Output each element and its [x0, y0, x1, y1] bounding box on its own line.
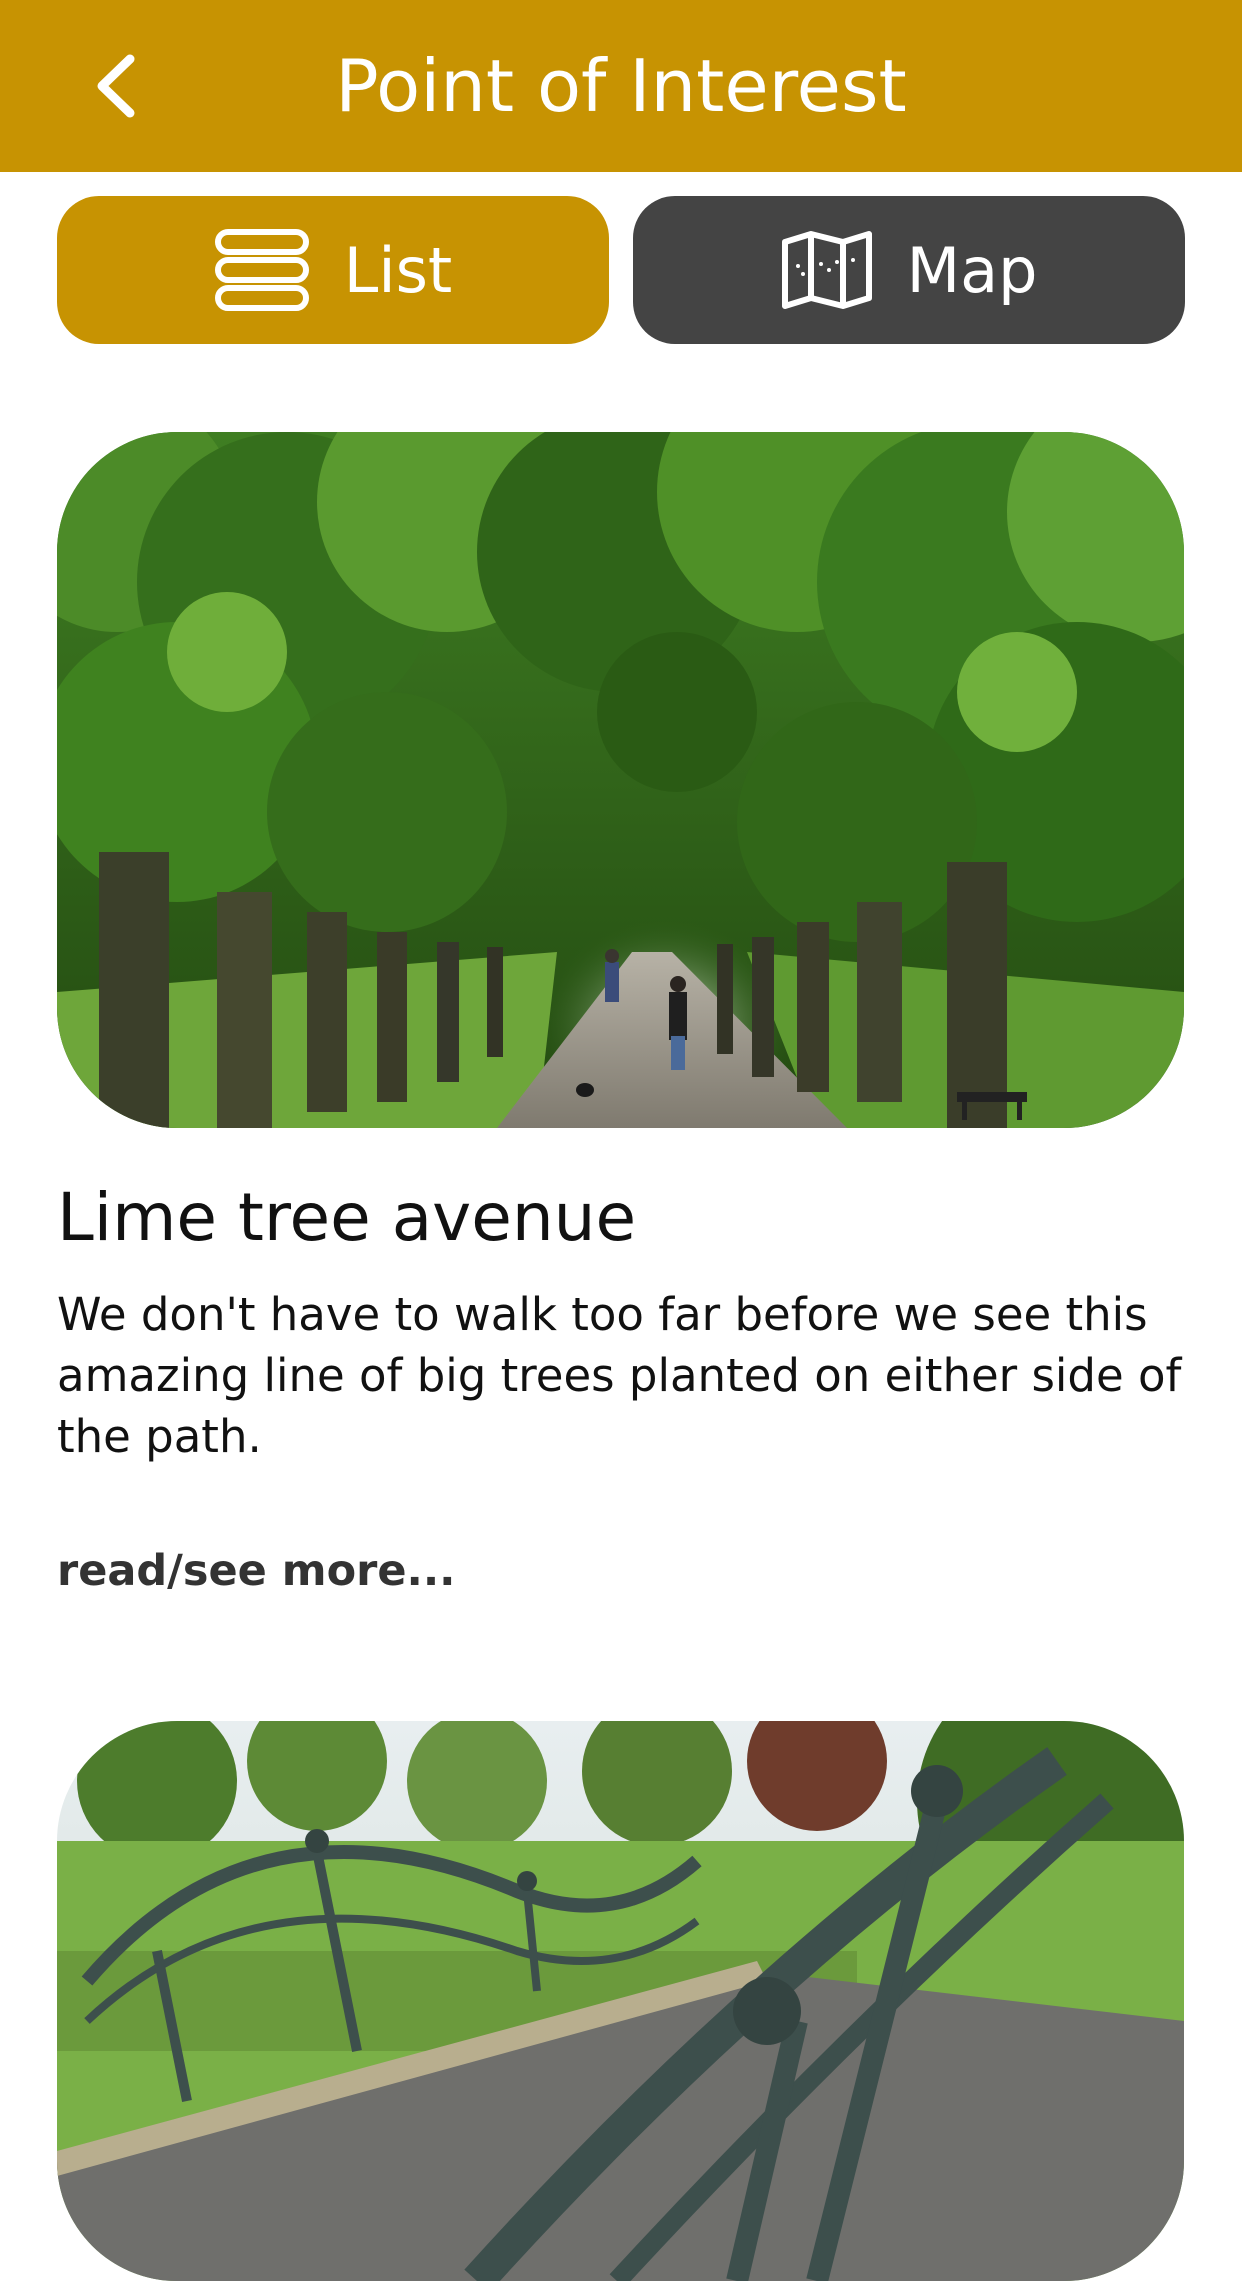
read-more-link[interactable]: read/see more... [57, 1546, 456, 1596]
point-description: We don't have to walk too far before we … [57, 1288, 1182, 1463]
map-icon [781, 231, 872, 309]
map-view-button[interactable]: Map [633, 196, 1185, 344]
app-header: Point of Interest [0, 0, 1242, 172]
list-icon [214, 229, 309, 311]
bridge-image[interactable] [57, 1721, 1184, 2281]
lime-tree-avenue-image[interactable] [57, 432, 1184, 1128]
list-view-button[interactable]: List [57, 196, 609, 344]
map-view-label: Map [906, 233, 1038, 307]
page-title: Point of Interest [335, 44, 907, 128]
list-view-label: List [343, 233, 453, 307]
point-title: Lime tree avenue [57, 1179, 637, 1256]
